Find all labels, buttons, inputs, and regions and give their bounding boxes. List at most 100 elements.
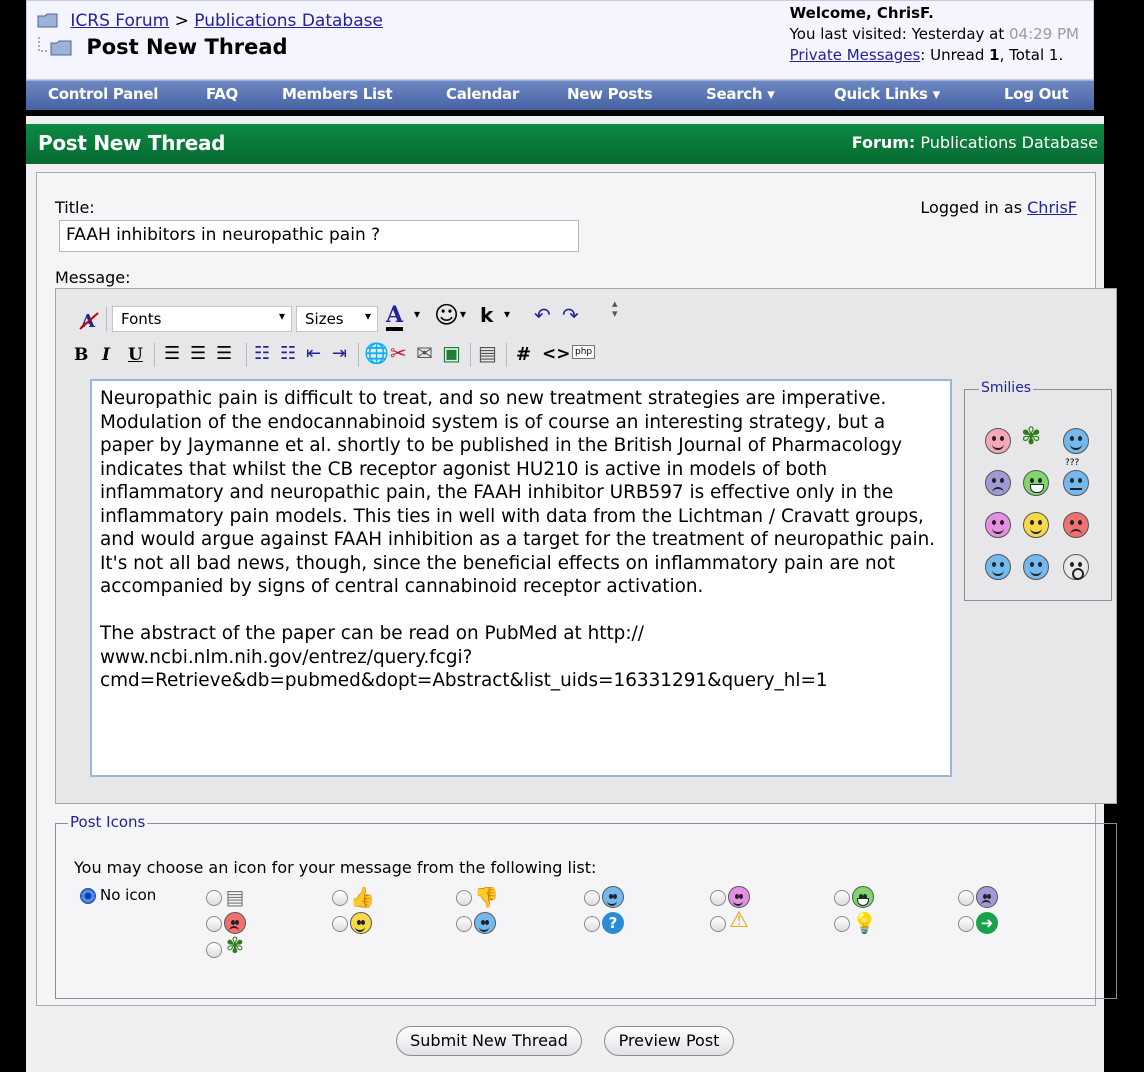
cool-icon xyxy=(474,912,496,934)
underline-button[interactable]: U xyxy=(128,345,143,365)
unordered-list-icon[interactable]: ☷ xyxy=(280,343,296,364)
attachment-icon[interactable]: 𝗸 xyxy=(480,303,493,327)
post-icon-radio[interactable] xyxy=(456,890,472,906)
angry-smiley-icon[interactable] xyxy=(1063,512,1089,538)
post-icon-radio[interactable] xyxy=(710,890,726,906)
message-label: Message: xyxy=(55,268,131,287)
chevron-down-icon[interactable]: ▾ xyxy=(504,307,510,321)
folder-icon xyxy=(37,13,58,28)
post-icon-radio[interactable] xyxy=(710,916,726,932)
pm-unread-count: 1 xyxy=(989,46,1000,64)
chevron-down-icon[interactable]: ▾ xyxy=(460,307,466,321)
toolbar-separator xyxy=(154,343,155,367)
breadcrumb-forum-link[interactable]: ICRS Forum xyxy=(70,11,169,31)
private-messages-link[interactable]: Private Messages xyxy=(790,46,921,64)
insert-image-icon[interactable]: ▣ xyxy=(442,341,461,365)
main-panel: Post New Thread Forum: Publications Data… xyxy=(26,116,1117,1072)
rolleyes-smiley-icon[interactable] xyxy=(985,554,1011,580)
happy-icon xyxy=(728,886,750,908)
smile-icon xyxy=(602,886,624,908)
no-icon-radio[interactable] xyxy=(80,888,96,904)
fonts-dropdown-label: Fonts xyxy=(121,310,162,328)
confused-smiley-icon[interactable] xyxy=(1063,470,1089,496)
nav-quick-links[interactable]: Quick Links ▾ xyxy=(834,85,940,103)
message-textarea[interactable]: Neuropathic pain is difficult to treat, … xyxy=(90,379,952,777)
cool-smiley-icon[interactable] xyxy=(1023,554,1049,580)
post-icon-radio[interactable] xyxy=(958,916,974,932)
grin-smiley-icon[interactable] xyxy=(1023,470,1049,496)
last-visited-label: You last visited: Yesterday at xyxy=(789,25,1005,43)
nav-members-list[interactable]: Members List xyxy=(282,85,393,103)
pm-unread-label: : Unread xyxy=(920,46,985,64)
tongue-smiley-icon[interactable] xyxy=(985,428,1011,454)
insert-link-icon[interactable]: 🌐 xyxy=(364,341,389,365)
smilies-legend: Smilies xyxy=(979,380,1034,396)
page-header: ICRS Forum > Publications Database Post … xyxy=(26,0,1094,80)
insert-email-icon[interactable]: ✉ xyxy=(416,341,433,365)
ordered-list-icon[interactable]: ☷ xyxy=(254,343,270,364)
redo-icon[interactable]: ↷ xyxy=(562,303,579,327)
logged-in-user-link[interactable]: ChrisF xyxy=(1027,198,1077,217)
post-icons-legend: Post Icons xyxy=(68,813,148,831)
resize-icon[interactable]: ▴ ▾ xyxy=(612,298,618,319)
post-icons-intro: You may choose an icon for your message … xyxy=(74,858,597,877)
post-icon-radio[interactable] xyxy=(584,916,600,932)
post-icon-radio[interactable] xyxy=(834,916,850,932)
submit-new-thread-button[interactable]: Submit New Thread xyxy=(396,1026,582,1056)
align-right-icon[interactable]: ☰ xyxy=(216,343,232,364)
quote-icon[interactable]: ▤ xyxy=(478,341,497,365)
align-center-icon[interactable]: ☰ xyxy=(190,343,206,364)
sad-smiley-icon[interactable] xyxy=(985,470,1011,496)
welcome-text: Welcome, ChrisF. xyxy=(789,4,934,22)
thumbs-down-icon: 👎 xyxy=(474,885,499,909)
sizes-dropdown[interactable]: Sizes ▾ xyxy=(296,306,378,332)
toolbar-separator xyxy=(106,307,107,331)
wink-smiley-icon[interactable] xyxy=(1063,428,1089,454)
remove-format-icon[interactable]: A xyxy=(78,309,100,331)
code-button[interactable]: <> xyxy=(542,344,571,364)
outdent-icon[interactable]: ⇤ xyxy=(306,343,321,364)
chevron-down-icon[interactable]: ▾ xyxy=(414,307,420,321)
panel-forum-label: Forum: xyxy=(851,133,916,152)
leaf-icon[interactable]: ✾ xyxy=(1021,422,1041,450)
arrow-right-icon: ➜ xyxy=(976,912,998,934)
nav-new-posts[interactable]: New Posts xyxy=(567,85,653,103)
logged-in-label: Logged in as xyxy=(920,198,1023,217)
align-left-icon[interactable]: ☰ xyxy=(164,343,180,364)
panel-forum: Forum: Publications Database xyxy=(852,133,1098,152)
eek-smiley-icon[interactable] xyxy=(1063,554,1089,580)
post-icon-radio[interactable] xyxy=(332,916,348,932)
post-icon-radio[interactable] xyxy=(206,916,222,932)
undo-icon[interactable]: ↶ xyxy=(534,303,551,327)
post-icon-radio[interactable] xyxy=(456,916,472,932)
fonts-dropdown[interactable]: Fonts ▾ xyxy=(112,306,292,332)
happy-smiley-icon[interactable] xyxy=(985,512,1011,538)
pm-total: , Total 1. xyxy=(999,46,1064,64)
hash-button[interactable]: # xyxy=(516,344,531,365)
text-color-button[interactable]: A xyxy=(386,303,404,331)
post-icon-radio[interactable] xyxy=(834,890,850,906)
last-visited-time: 04:29 PM xyxy=(1009,25,1079,43)
post-icon-radio[interactable] xyxy=(584,890,600,906)
italic-button[interactable]: I xyxy=(102,345,110,365)
post-icon-radio[interactable] xyxy=(206,942,222,958)
indent-icon[interactable]: ⇥ xyxy=(332,343,347,364)
php-button[interactable]: php xyxy=(572,345,596,359)
nav-faq[interactable]: FAQ xyxy=(206,85,238,103)
chevron-down-icon: ▾ xyxy=(278,309,285,323)
smiley-menu-icon[interactable]: ☺ xyxy=(434,301,459,329)
post-icon-radio[interactable] xyxy=(206,890,222,906)
bold-button[interactable]: B xyxy=(74,345,88,365)
remove-link-icon[interactable]: ✂ xyxy=(390,341,407,365)
nav-control-panel[interactable]: Control Panel xyxy=(48,85,158,103)
nav-log-out[interactable]: Log Out xyxy=(1004,85,1069,103)
post-icon-radio[interactable] xyxy=(958,890,974,906)
preview-post-button[interactable]: Preview Post xyxy=(604,1026,734,1056)
breadcrumb-current-link[interactable]: Publications Database xyxy=(194,11,383,31)
nav-search[interactable]: Search ▾ xyxy=(706,85,775,103)
smile-smiley-icon[interactable] xyxy=(1023,512,1049,538)
nav-calendar[interactable]: Calendar xyxy=(446,85,519,103)
grin-icon xyxy=(852,886,874,908)
title-input[interactable]: FAAH inhibitors in neuropathic pain ? xyxy=(59,220,579,252)
post-icon-radio[interactable] xyxy=(332,890,348,906)
